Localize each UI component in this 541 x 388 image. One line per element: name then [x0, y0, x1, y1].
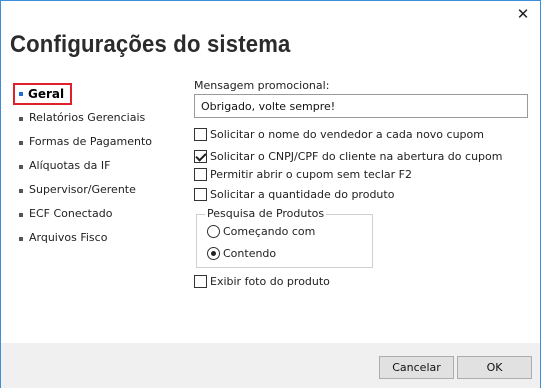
promo-message-label: Mensagem promocional: — [194, 79, 330, 92]
check-label: Exibir foto do produto — [210, 275, 330, 288]
settings-dialog: ✕ Configurações do sistema Geral Relatór… — [0, 0, 541, 388]
check-open-without-f2[interactable]: Permitir abrir o cupom sem teclar F2 — [194, 168, 412, 184]
ok-button[interactable]: OK — [457, 356, 532, 379]
checkbox-checked-icon — [194, 150, 207, 163]
product-search-group: Pesquisa de Produtos Começando com Conte… — [196, 207, 373, 268]
bullet-icon — [19, 92, 23, 96]
radio-label: Começando com — [223, 225, 316, 238]
sidebar-item-label: Formas de Pagamento — [29, 135, 153, 148]
checkbox-icon — [194, 168, 207, 181]
check-label: Permitir abrir o cupom sem teclar F2 — [210, 168, 412, 181]
check-label: Solicitar o nome do vendedor a cada novo… — [210, 128, 484, 141]
bullet-icon — [19, 141, 23, 145]
promo-message-input[interactable] — [194, 94, 528, 118]
check-vendor-name[interactable]: Solicitar o nome do vendedor a cada novo… — [194, 128, 484, 144]
radio-icon — [207, 225, 220, 238]
sidebar-item-ecf-conectado[interactable]: ECF Conectado — [13, 203, 183, 227]
sidebar-item-aliquotas-da-if[interactable]: Alíquotas da IF — [13, 155, 183, 179]
check-customer-cnpj-cpf[interactable]: Solicitar o CNPJ/CPF do cliente na abert… — [194, 150, 502, 166]
sidebar-item-relatorios-gerenciais[interactable]: Relatórios Gerenciais — [13, 107, 183, 131]
close-button[interactable]: ✕ — [514, 5, 532, 23]
dialog-footer: Cancelar OK — [1, 343, 540, 388]
radio-starts-with[interactable]: Começando com — [207, 225, 315, 241]
radio-selected-icon — [207, 247, 220, 260]
sidebar-item-geral[interactable]: Geral — [13, 83, 73, 105]
bullet-icon — [19, 189, 23, 193]
sidebar-item-arquivos-fisco[interactable]: Arquivos Fisco — [13, 227, 183, 251]
checkbox-icon — [194, 128, 207, 141]
check-label: Solicitar o CNPJ/CPF do cliente na abert… — [210, 150, 503, 163]
sidebar-item-supervisor-gerente[interactable]: Supervisor/Gerente — [13, 179, 183, 203]
sidebar-item-label: Geral — [28, 87, 65, 101]
sidebar-item-formas-de-pagamento[interactable]: Formas de Pagamento — [13, 131, 183, 155]
bullet-icon — [19, 213, 23, 217]
check-product-quantity[interactable]: Solicitar a quantidade do produto — [194, 188, 394, 204]
checkbox-icon — [194, 275, 207, 288]
sidebar-item-label: ECF Conectado — [29, 207, 113, 220]
check-show-product-photo[interactable]: Exibir foto do produto — [194, 275, 330, 291]
general-settings-panel: Mensagem promocional: Solicitar o nome d… — [194, 79, 529, 288]
checkbox-icon — [194, 188, 207, 201]
sidebar-item-label: Arquivos Fisco — [29, 231, 108, 244]
close-icon: ✕ — [516, 5, 530, 23]
check-label: Solicitar a quantidade do produto — [210, 188, 395, 201]
sidebar-item-label: Supervisor/Gerente — [29, 183, 136, 196]
radio-contains[interactable]: Contendo — [207, 247, 276, 263]
product-search-group-label: Pesquisa de Produtos — [205, 207, 327, 221]
sidebar-item-label: Relatórios Gerenciais — [29, 111, 146, 124]
bullet-icon — [19, 117, 23, 121]
sidebar-nav: Geral Relatórios Gerenciais Formas de Pa… — [13, 83, 183, 251]
bullet-icon — [19, 237, 23, 241]
dialog-title: Configurações do sistema — [10, 31, 291, 58]
radio-label: Contendo — [223, 247, 277, 260]
sidebar-item-label: Alíquotas da IF — [29, 159, 111, 172]
bullet-icon — [19, 165, 23, 169]
cancel-button[interactable]: Cancelar — [379, 356, 454, 379]
